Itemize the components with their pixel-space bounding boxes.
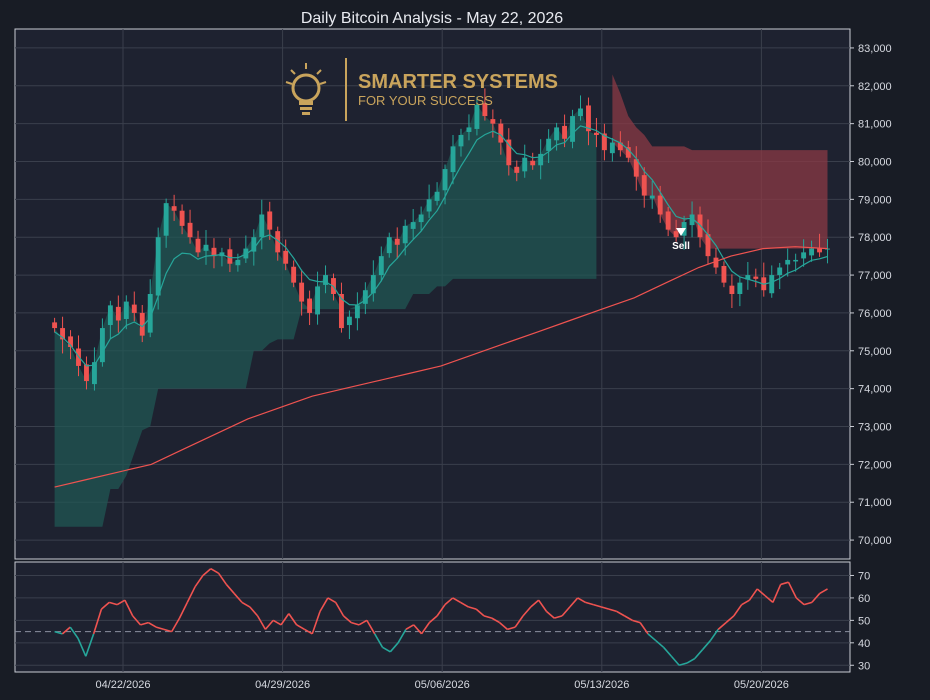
candle-body [522, 157, 528, 172]
candle-body [641, 175, 647, 196]
candle-body [514, 166, 520, 173]
candle-body [450, 146, 456, 173]
date-tick-label: 05/20/2026 [734, 679, 789, 691]
price-tick-label: 76,000 [858, 308, 892, 320]
candle-body [673, 231, 679, 238]
logo-title: SMARTER SYSTEMS [358, 71, 558, 93]
price-axis: 70,000 71,000 72,000 73,000 74,000 75,000 76,0… [850, 43, 892, 547]
candle-body [283, 250, 289, 264]
price-tick-label: 83,000 [858, 43, 892, 55]
price-tick-label: 74,000 [858, 384, 892, 396]
candle-body [418, 214, 424, 223]
candle-body [291, 266, 297, 283]
candle-body [259, 214, 265, 238]
date-tick-label: 05/06/2026 [415, 679, 470, 691]
chart-svg: Daily Bitcoin Analysis - May 22, 2026 70… [14, 10, 892, 691]
candle-body [498, 123, 504, 143]
date-tick-label: 05/13/2026 [574, 679, 629, 691]
candle-body [721, 265, 727, 283]
candle-body [809, 248, 815, 256]
chart-title: Daily Bitcoin Analysis - May 22, 2026 [301, 10, 563, 27]
candle-body [52, 322, 58, 329]
rsi-tick-label: 60 [858, 593, 870, 605]
price-tick-label: 72,000 [858, 459, 892, 471]
candle-body [203, 244, 209, 251]
candle-body [378, 256, 384, 276]
candle-body [442, 169, 448, 191]
price-tick-label: 70,000 [858, 535, 892, 547]
candle-body [434, 191, 440, 201]
price-tick-label: 82,000 [858, 81, 892, 93]
candle-body [530, 160, 536, 166]
candle-body [554, 127, 560, 141]
candle-body [299, 282, 305, 302]
candle-body [179, 210, 185, 226]
rsi-tick-label: 40 [858, 638, 870, 650]
candle-body [402, 225, 408, 244]
candle-body [793, 259, 799, 262]
candle-body [665, 211, 671, 230]
price-tick-label: 81,000 [858, 119, 892, 131]
date-tick-label: 04/29/2026 [255, 679, 310, 691]
price-tick-label: 77,000 [858, 270, 892, 282]
price-tick-label: 73,000 [858, 422, 892, 434]
candle-body [84, 364, 89, 382]
rsi-tick-label: 30 [858, 660, 870, 672]
candle-body [817, 248, 822, 253]
candle-body [354, 305, 360, 319]
candle-body [458, 135, 464, 147]
date-axis: 04/22/2026 04/29/2026 05/06/2026 05/13/2026… [95, 679, 788, 691]
candle-body [426, 199, 432, 212]
price-tick-label: 71,000 [858, 497, 892, 509]
price-tick-label: 78,000 [858, 232, 892, 244]
candle-body [235, 259, 241, 266]
candle-body [131, 304, 137, 313]
candle-body [99, 328, 105, 363]
candle-body [386, 237, 392, 254]
candle-body [777, 267, 783, 276]
candle-body [155, 237, 161, 296]
rsi-tick-label: 50 [858, 615, 870, 627]
candle-body [593, 132, 599, 135]
candle-body [394, 238, 400, 245]
rsi-panel-frame [14, 561, 851, 673]
candle-body [307, 298, 313, 313]
date-tick-label: 04/22/2026 [95, 679, 150, 691]
candle-body [562, 125, 568, 139]
chart-root: Daily Bitcoin Analysis - May 22, 2026 70… [0, 0, 930, 700]
candle-body [115, 306, 121, 321]
candle-body [737, 282, 743, 294]
sell-label: Sell [672, 241, 690, 252]
candle-body [107, 305, 113, 326]
candle-body [123, 301, 129, 319]
candle-body [346, 316, 352, 326]
price-tick-label: 79,000 [858, 194, 892, 206]
candle-body [466, 127, 472, 132]
candle-body [570, 116, 575, 142]
price-panel-frame [14, 28, 851, 560]
candle-body [490, 119, 496, 124]
candle-body [187, 222, 193, 238]
candle-body [649, 195, 655, 199]
candle-body [315, 286, 320, 315]
candle-body [410, 222, 416, 229]
candle-body [753, 276, 759, 279]
candle-body [801, 252, 807, 259]
logo-subtitle: FOR YOUR SUCCESS [358, 93, 493, 108]
candle-body [163, 203, 169, 236]
candle-body [195, 238, 201, 253]
candle-body [474, 104, 480, 129]
price-tick-label: 80,000 [858, 157, 892, 169]
candle-body [171, 206, 177, 211]
candle-body [578, 108, 583, 117]
candle-body [785, 259, 791, 265]
price-tick-label: 75,000 [858, 346, 892, 358]
candle-body [657, 195, 663, 215]
candle-body [769, 275, 775, 294]
candle-body [609, 142, 615, 154]
candle-body [267, 211, 273, 230]
candle-body [729, 285, 735, 294]
rsi-tick-label: 70 [858, 570, 870, 582]
candle-body [546, 138, 552, 151]
